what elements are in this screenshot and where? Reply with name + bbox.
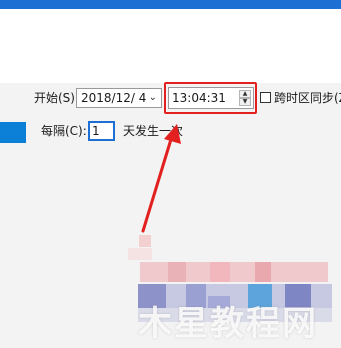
watermark-text: 木星教程网 (138, 304, 318, 344)
sync-timezone-label: 跨时区同步(Z) (274, 91, 341, 105)
repeat-unit-label: 天发生一次 (123, 124, 184, 138)
start-label: 开始(S): (34, 91, 80, 105)
repeat-interval-value: 1 (92, 124, 100, 138)
window-title-bar (0, 0, 341, 9)
repeat-interval-input[interactable]: 1 (88, 121, 115, 141)
highlight-annotation (164, 82, 257, 114)
start-date-picker[interactable]: 2018/12/ 4 ⌄ (76, 88, 162, 108)
sidebar-selected-item[interactable] (0, 122, 26, 143)
header-area (0, 9, 341, 83)
sync-timezone-checkbox[interactable] (260, 92, 271, 103)
start-date-value: 2018/12/ 4 (81, 91, 147, 105)
chevron-down-icon[interactable]: ⌄ (149, 91, 157, 105)
repeat-label: 每隔(C): (41, 124, 87, 138)
